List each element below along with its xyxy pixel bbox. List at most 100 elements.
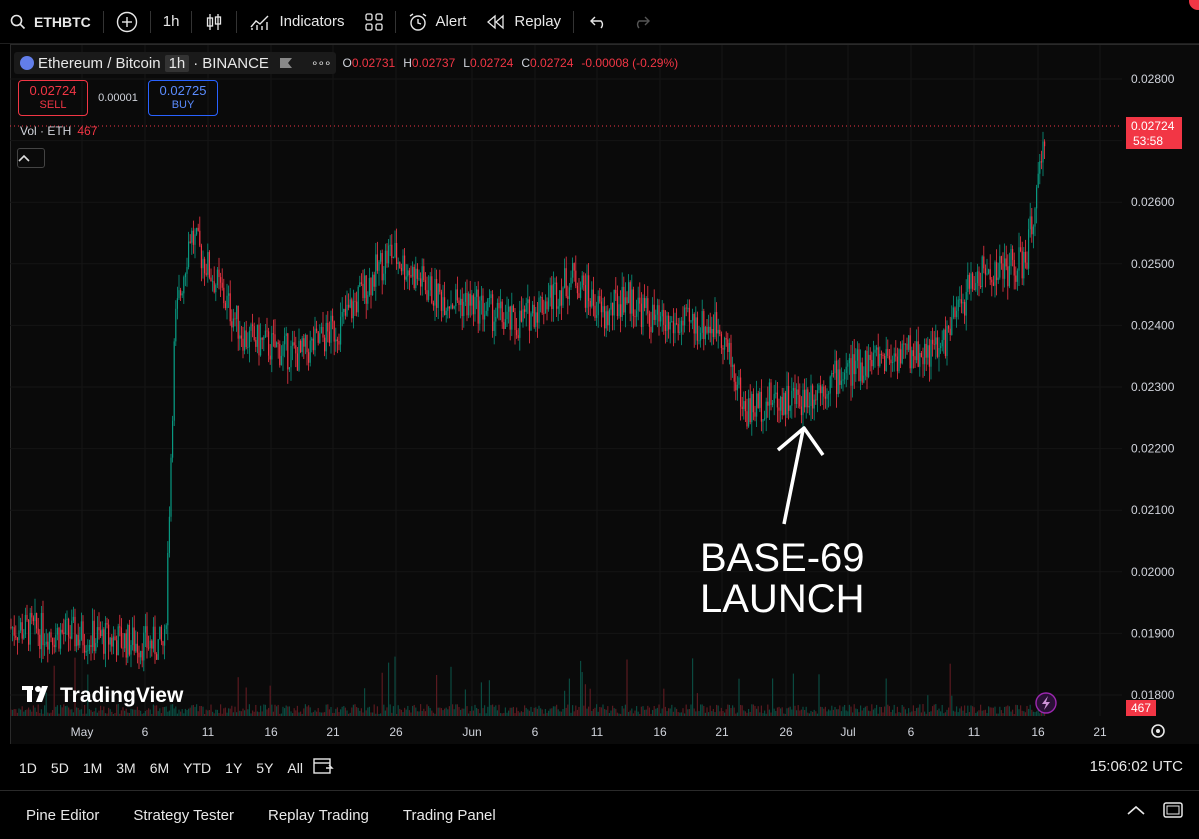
volume-bar bbox=[893, 704, 895, 716]
range-3m[interactable]: 3M bbox=[111, 760, 140, 776]
volume-bar bbox=[783, 713, 785, 716]
candle-body bbox=[56, 627, 58, 635]
candle-body bbox=[898, 349, 900, 372]
volume-bar bbox=[253, 711, 255, 716]
candle-body bbox=[55, 634, 57, 648]
volume-bar bbox=[757, 706, 759, 716]
candle-body bbox=[788, 385, 790, 411]
volume-bar bbox=[394, 656, 396, 716]
volume-bar bbox=[879, 706, 881, 716]
volume-bar bbox=[1007, 705, 1009, 716]
collapse-panel-button[interactable] bbox=[1126, 804, 1146, 816]
volume-bar bbox=[604, 709, 606, 716]
buy-button[interactable]: 0.02725 BUY bbox=[148, 80, 218, 116]
tab-strategy-tester[interactable]: Strategy Tester bbox=[133, 807, 234, 824]
volume-bar bbox=[580, 660, 582, 716]
volume-bar bbox=[349, 712, 351, 716]
tab-pine-editor[interactable]: Pine Editor bbox=[26, 807, 99, 824]
range-5d[interactable]: 5D bbox=[46, 760, 74, 776]
range-5y[interactable]: 5Y bbox=[251, 760, 278, 776]
volume-bar bbox=[565, 707, 567, 716]
candle-body bbox=[34, 613, 36, 622]
candle-body bbox=[104, 623, 106, 654]
candle-body bbox=[674, 323, 676, 334]
legend-interval[interactable]: 1h bbox=[164, 54, 190, 72]
volume-bar bbox=[448, 706, 450, 716]
volume-bar bbox=[122, 707, 124, 716]
time-tick: Jul bbox=[840, 725, 855, 739]
volume-bar bbox=[413, 704, 415, 716]
candle-body bbox=[853, 354, 855, 375]
candle-body bbox=[714, 312, 716, 337]
range-1m[interactable]: 1M bbox=[78, 760, 107, 776]
candle-body bbox=[117, 626, 119, 656]
volume-bar bbox=[807, 712, 809, 716]
candle-body bbox=[448, 306, 450, 309]
volume-bar bbox=[104, 713, 106, 716]
volume-bar bbox=[992, 707, 994, 716]
volume-bar bbox=[636, 706, 638, 716]
candle-body bbox=[12, 627, 14, 629]
price-tick: 0.01800 bbox=[1131, 688, 1175, 702]
volume-bar bbox=[383, 704, 385, 716]
candle-body bbox=[786, 385, 788, 415]
volume-bar bbox=[639, 713, 641, 716]
range-1d[interactable]: 1D bbox=[14, 760, 42, 776]
candle-body bbox=[597, 296, 599, 316]
volume-legend[interactable]: Vol · ETH 467 bbox=[20, 124, 97, 138]
tab-trading-panel[interactable]: Trading Panel bbox=[403, 807, 496, 824]
candle-body bbox=[200, 245, 202, 269]
volume-bar bbox=[45, 692, 47, 716]
candle-body bbox=[66, 618, 68, 620]
volume-bar bbox=[853, 704, 855, 716]
candle-body bbox=[160, 626, 162, 642]
legend-more-icon[interactable]: ∘∘∘ bbox=[311, 56, 332, 70]
candle-body bbox=[533, 304, 535, 327]
candle-body bbox=[644, 297, 646, 308]
candle-body bbox=[669, 321, 671, 330]
volume-bar bbox=[812, 711, 814, 716]
date-range-button[interactable] bbox=[312, 756, 334, 776]
candle-body bbox=[468, 293, 470, 316]
volume-bar bbox=[469, 710, 471, 716]
price-chart[interactable]: 0.028000.027000.026000.025000.024000.023… bbox=[0, 0, 1199, 839]
volume-bar bbox=[732, 705, 734, 716]
flag-icon[interactable] bbox=[279, 57, 293, 69]
volume-bar bbox=[909, 712, 911, 716]
volume-bar bbox=[336, 707, 338, 716]
volume-bar bbox=[311, 712, 313, 716]
candle-body bbox=[890, 359, 892, 364]
volume-bar bbox=[493, 706, 495, 716]
volume-bar bbox=[53, 665, 55, 716]
volume-bar bbox=[768, 709, 770, 716]
range-all[interactable]: All bbox=[282, 760, 308, 776]
candle-body bbox=[333, 321, 335, 342]
candle-body bbox=[730, 342, 732, 367]
volume-bar bbox=[149, 709, 151, 716]
candle-body bbox=[984, 268, 986, 275]
volume-bar bbox=[916, 708, 918, 716]
candle-body bbox=[32, 617, 34, 622]
maximize-panel-button[interactable] bbox=[1162, 801, 1184, 819]
candle-body bbox=[672, 321, 674, 334]
candle-body bbox=[173, 341, 175, 421]
symbol-legend-box[interactable]: Ethereum / Bitcoin 1h · BINANCE ∘∘∘ bbox=[14, 52, 337, 74]
tab-replay-trading[interactable]: Replay Trading bbox=[268, 807, 369, 824]
candle-body bbox=[168, 516, 170, 553]
utc-clock[interactable]: 15:06:02 UTC bbox=[1090, 758, 1183, 775]
volume-bar bbox=[690, 704, 692, 716]
volume-bar bbox=[90, 710, 92, 716]
range-6m[interactable]: 6M bbox=[145, 760, 174, 776]
volume-bar bbox=[901, 705, 903, 716]
volume-bar bbox=[501, 713, 503, 716]
candle-body bbox=[1010, 248, 1012, 266]
volume-bar bbox=[341, 706, 343, 716]
range-1y[interactable]: 1Y bbox=[220, 760, 247, 776]
volume-bar bbox=[788, 707, 790, 716]
volume-bar bbox=[466, 706, 468, 716]
range-ytd[interactable]: YTD bbox=[178, 760, 216, 776]
sell-button[interactable]: 0.02724 SELL bbox=[18, 80, 88, 116]
collapse-legend-button[interactable] bbox=[17, 148, 45, 168]
candle-body bbox=[783, 392, 785, 416]
candle-body bbox=[719, 329, 721, 335]
